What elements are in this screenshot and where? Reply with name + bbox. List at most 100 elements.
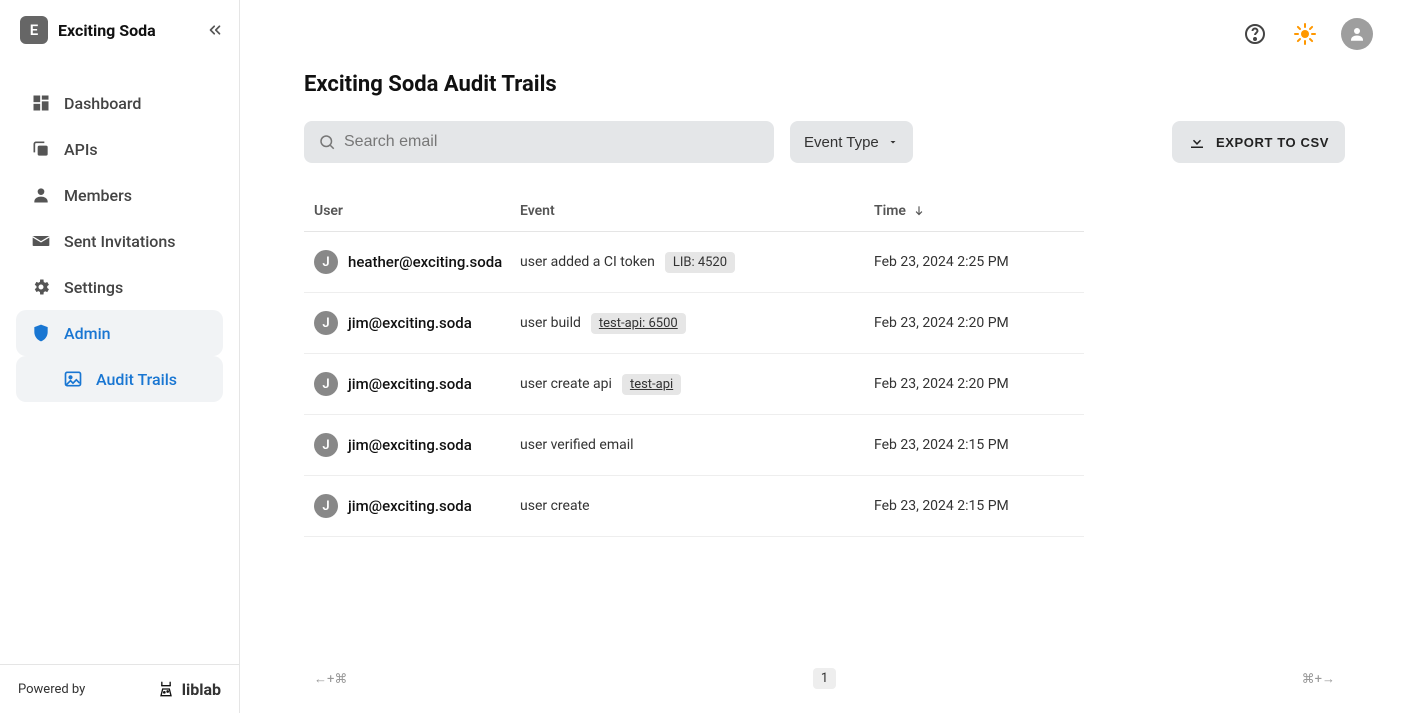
sidebar-item-label: Admin [64,324,111,343]
caret-down-icon [887,136,899,148]
sort-down-icon [912,204,926,218]
sidebar-header: E Exciting Soda [0,0,239,60]
sidebar-item-label: Members [64,186,132,205]
column-time-label: Time [874,203,906,219]
sidebar-item-label: Settings [64,278,123,297]
user-avatar: J [314,494,338,518]
user-cell: Jjim@exciting.soda [314,433,520,457]
pagination: ←+⌘ 1 ⌘+→ [240,668,1409,689]
search-wrap [304,121,774,163]
download-icon [1188,133,1206,151]
user-avatar: J [314,433,338,457]
gear-icon [30,276,52,298]
brand-name: Exciting Soda [58,21,156,40]
column-event[interactable]: Event [520,203,874,219]
user-avatar: J [314,372,338,396]
topbar [240,0,1409,56]
table-row[interactable]: Jjim@exciting.sodauser create apitest-ap… [304,354,1084,415]
user-email: heather@exciting.soda [348,253,502,271]
liblab-brand-text: liblab [182,680,221,699]
column-time[interactable]: Time [874,203,1074,219]
table-row[interactable]: Jjim@exciting.sodauser buildtest-api: 65… [304,293,1084,354]
export-csv-button[interactable]: EXPORT TO CSV [1172,121,1345,163]
sidebar-subitem-label: Audit Trails [96,370,177,389]
image-icon [62,368,84,390]
sidebar-item-settings[interactable]: Settings [16,264,223,310]
column-user[interactable]: User [314,203,520,219]
event-text: user create [520,498,590,514]
sidebar: E Exciting Soda Dashboard APIs [0,0,240,713]
main-area: Exciting Soda Audit Trails Event Type [240,0,1409,713]
table-row[interactable]: Jheather@exciting.sodauser added a CI to… [304,232,1084,293]
event-text: user build [520,315,581,331]
time-cell: Feb 23, 2024 2:25 PM [874,254,1074,270]
table-row[interactable]: Jjim@exciting.sodauser verified emailFeb… [304,415,1084,476]
person-icon [30,184,52,206]
user-cell: Jjim@exciting.soda [314,372,520,396]
powered-by-label: Powered by [18,682,85,697]
user-cell: Jjim@exciting.soda [314,494,520,518]
table-row[interactable]: Jjim@exciting.sodauser createFeb 23, 202… [304,476,1084,537]
page-title: Exciting Soda Audit Trails [304,72,1345,97]
audit-table: User Event Time Jheather@exciting.sodaus… [304,191,1084,537]
user-email: jim@exciting.soda [348,497,472,515]
sidebar-item-label: Dashboard [64,94,141,113]
sun-icon [1293,22,1317,46]
help-circle-icon [1243,22,1267,46]
sidebar-footer: Powered by liblab [0,664,239,713]
prev-page-hint[interactable]: ←+⌘ [314,671,347,687]
sidebar-nav: Dashboard APIs Members Sent Invitations [0,60,239,664]
collapse-sidebar-button[interactable] [203,18,227,42]
time-cell: Feb 23, 2024 2:15 PM [874,437,1074,453]
dashboard-icon [30,92,52,114]
event-tag-link[interactable]: test-api [622,374,681,395]
event-cell: user create api test-api [520,374,874,395]
sidebar-item-sent-invitations[interactable]: Sent Invitations [16,218,223,264]
time-cell: Feb 23, 2024 2:20 PM [874,315,1074,331]
sidebar-item-apis[interactable]: APIs [16,126,223,172]
event-tag: LIB: 4520 [665,252,735,273]
table-header: User Event Time [304,191,1084,232]
liblab-icon [156,679,176,699]
event-cell: user verified email [520,437,874,453]
event-cell: user build test-api: 6500 [520,313,874,334]
event-type-dropdown[interactable]: Event Type [790,121,913,163]
help-button[interactable] [1241,20,1269,48]
time-cell: Feb 23, 2024 2:15 PM [874,498,1074,514]
event-tag-link[interactable]: test-api: 6500 [591,313,686,334]
event-cell: user added a CI token LIB: 4520 [520,252,874,273]
chevron-double-left-icon [206,21,224,39]
event-text: user added a CI token [520,254,655,270]
user-cell: Jheather@exciting.soda [314,250,520,274]
sidebar-item-members[interactable]: Members [16,172,223,218]
theme-toggle-button[interactable] [1291,20,1319,48]
user-email: jim@exciting.soda [348,375,472,393]
liblab-logo[interactable]: liblab [156,679,221,699]
event-text: user verified email [520,437,634,453]
brand-badge: E [20,16,48,44]
event-text: user create api [520,376,612,392]
user-email: jim@exciting.soda [348,436,472,454]
shield-icon [30,322,52,344]
user-avatar: J [314,250,338,274]
toolbar: Event Type EXPORT TO CSV [304,121,1345,163]
sidebar-item-dashboard[interactable]: Dashboard [16,80,223,126]
user-email: jim@exciting.soda [348,314,472,332]
sidebar-item-admin[interactable]: Admin [16,310,223,356]
sidebar-item-label: Sent Invitations [64,232,176,251]
page-number[interactable]: 1 [813,668,836,689]
export-label: EXPORT TO CSV [1216,135,1329,150]
next-page-hint[interactable]: ⌘+→ [1302,671,1335,687]
search-input[interactable] [304,121,774,163]
profile-menu-button[interactable] [1341,18,1373,50]
event-cell: user create [520,498,874,514]
user-avatar: J [314,311,338,335]
event-type-label: Event Type [804,134,879,151]
sidebar-subitem-audit-trails[interactable]: Audit Trails [16,356,223,402]
sidebar-item-label: APIs [64,140,98,159]
copy-icon [30,138,52,160]
person-icon [1348,25,1366,43]
content: Exciting Soda Audit Trails Event Type [240,56,1409,713]
time-cell: Feb 23, 2024 2:20 PM [874,376,1074,392]
user-cell: Jjim@exciting.soda [314,311,520,335]
